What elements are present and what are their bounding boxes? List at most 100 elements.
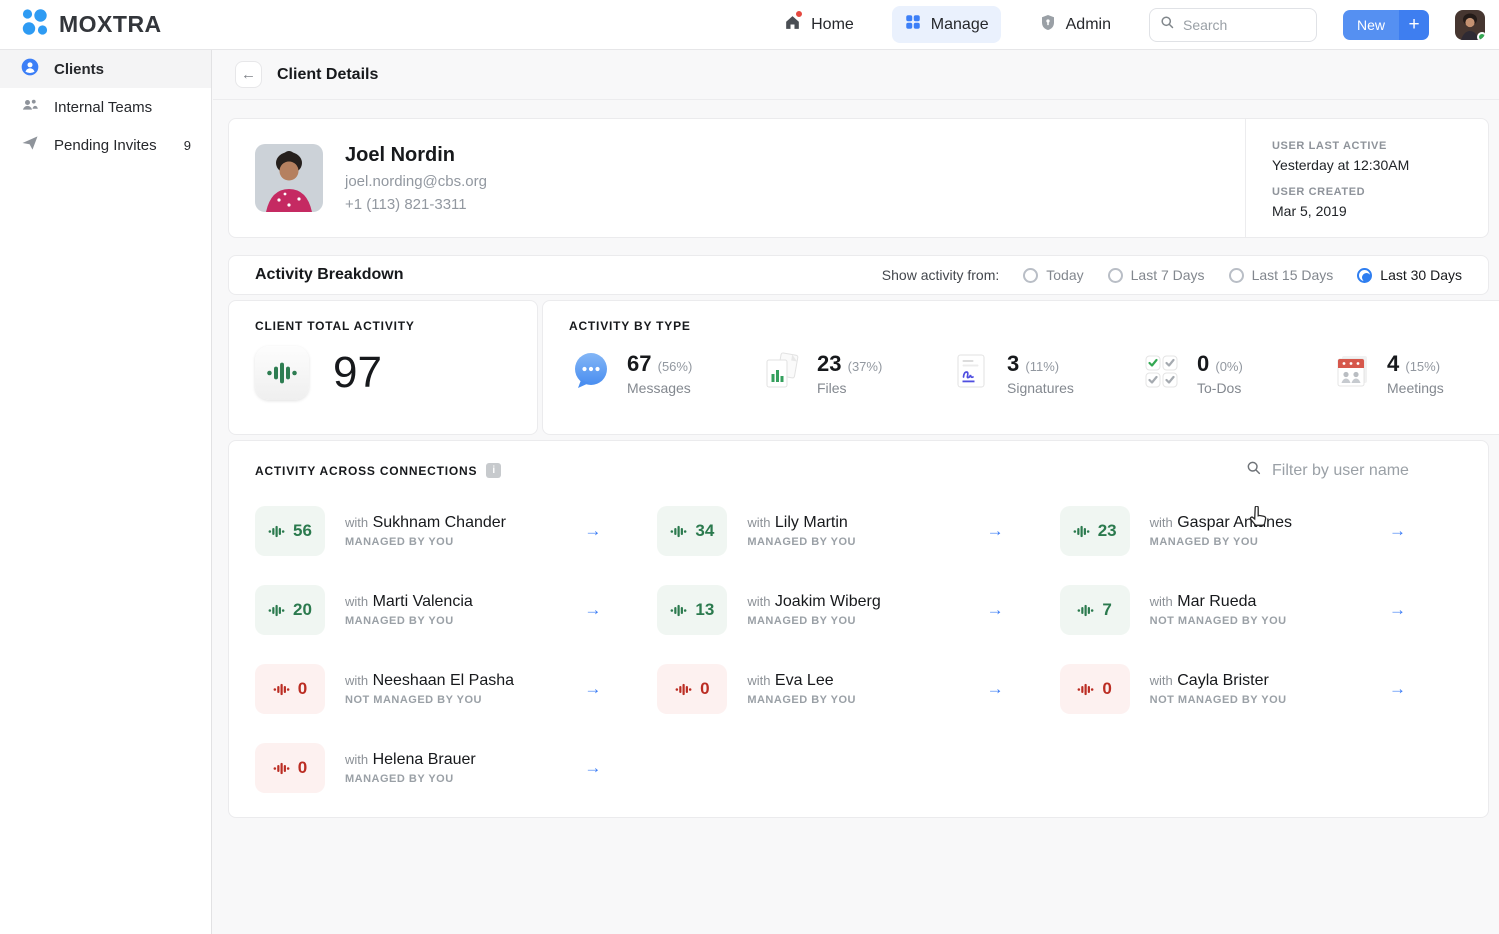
managed-label: MANAGED BY YOU [747,615,880,627]
radio-icon [1229,268,1244,283]
connections-grid: 56 with Sukhnam Chander MANAGED BY YOU → [255,506,1462,793]
back-button[interactable]: ← [235,61,262,88]
last-active-value: Yesterday at 12:30AM [1272,157,1488,173]
moxtra-logo[interactable]: MOXTRA [0,7,162,42]
top-navigation: Home Manage [771,6,1499,44]
with-label: with [747,515,770,530]
managed-label: MANAGED BY YOU [1150,536,1292,548]
activity-range-radio[interactable]: Today [1023,267,1083,283]
page-header: ← Client Details [213,50,1499,100]
activity-waveform-icon [273,681,290,698]
managed-label: MANAGED BY YOU [345,615,473,627]
open-connection-arrow[interactable]: → [584,758,601,778]
grid-icon [904,13,922,36]
managed-label: MANAGED BY YOU [747,536,856,548]
type-item-signatures: 3 (11%) Signatures [949,349,1139,398]
managed-label: NOT MANAGED BY YOU [1150,615,1287,627]
search-input[interactable] [1183,17,1293,33]
new-button[interactable]: New + [1343,10,1429,40]
client-person-icon [20,57,40,81]
connection-item[interactable]: 23 with Gaspar Antunes MANAGED BY YOU → [1060,506,1462,556]
connection-activity-badge: 0 [255,664,325,714]
connection-item[interactable]: 0 with Neeshaan El Pasha NOT MANAGED BY … [255,664,657,714]
connection-count: 34 [695,521,714,541]
open-connection-arrow[interactable]: → [1389,679,1406,699]
sidebar: Clients Internal Teams Pending Invites 9 [0,50,212,934]
activity-range-radio[interactable]: Last 15 Days [1229,267,1334,283]
with-label: with [747,594,770,609]
sidebar-item-clients[interactable]: Clients [0,50,211,88]
user-avatar[interactable] [1455,10,1485,40]
client-meta: USER LAST ACTIVE Yesterday at 12:30AM US… [1245,119,1488,237]
managed-label: MANAGED BY YOU [345,536,506,548]
connection-name[interactable]: Eva Lee [775,672,834,689]
connection-activity-badge: 13 [657,585,727,635]
radio-label: Today [1046,267,1083,283]
activity-waveform-icon [1077,602,1094,619]
connection-item[interactable]: 56 with Sukhnam Chander MANAGED BY YOU → [255,506,657,556]
activity-range-radio[interactable]: Last 7 Days [1108,267,1205,283]
connection-name[interactable]: Joakim Wiberg [775,593,881,610]
activity-breakdown-title: Activity Breakdown [255,266,403,284]
sidebar-item-internal-teams[interactable]: Internal Teams [0,88,211,126]
connection-item[interactable]: 7 with Mar Rueda NOT MANAGED BY YOU → [1060,585,1462,635]
moxtra-logo-icon [20,7,50,42]
activity-waveform-icon [1077,681,1094,698]
connection-activity-badge: 23 [1060,506,1130,556]
connection-activity-badge: 34 [657,506,727,556]
connection-name[interactable]: Gaspar Antunes [1177,514,1292,531]
with-label: with [1150,594,1173,609]
connection-item[interactable]: 34 with Lily Martin MANAGED BY YOU → [657,506,1059,556]
connections-filter[interactable] [1246,460,1462,481]
connection-name[interactable]: Lily Martin [775,514,848,531]
connection-name[interactable]: Helena Brauer [373,751,476,768]
open-connection-arrow[interactable]: → [987,521,1004,541]
messages-label: Messages [627,380,692,396]
open-connection-arrow[interactable]: → [584,521,601,541]
content: Joel Nordin joel.nording@cbs.org +1 (113… [213,100,1499,818]
open-connection-arrow[interactable]: → [584,679,601,699]
new-plus-icon[interactable]: + [1399,10,1429,40]
nav-manage[interactable]: Manage [892,6,1001,43]
open-connection-arrow[interactable]: → [1389,600,1406,620]
activity-waveform-icon [273,760,290,777]
connection-activity-badge: 7 [1060,585,1130,635]
client-card: Joel Nordin joel.nording@cbs.org +1 (113… [228,118,1489,238]
info-icon[interactable]: i [486,463,501,478]
connection-activity-badge: 0 [255,743,325,793]
activity-waveform-icon [670,602,687,619]
connection-item[interactable]: 13 with Joakim Wiberg MANAGED BY YOU → [657,585,1059,635]
filter-by-user-input[interactable] [1272,462,1462,480]
open-connection-arrow[interactable]: → [584,600,601,620]
activity-range-radio[interactable]: Last 30 Days [1357,267,1462,283]
sidebar-item-pending-invites[interactable]: Pending Invites 9 [0,126,211,164]
connection-name[interactable]: Mar Rueda [1177,593,1256,610]
connection-name[interactable]: Neeshaan El Pasha [373,672,514,689]
last-active-label: USER LAST ACTIVE [1272,140,1488,152]
sidebar-item-internal-teams-label: Internal Teams [54,99,152,116]
connection-item[interactable]: 0 with Helena Brauer MANAGED BY YOU → [255,743,657,793]
connection-name[interactable]: Cayla Brister [1177,672,1269,689]
connection-name[interactable]: Sukhnam Chander [373,514,506,531]
nav-admin[interactable]: Admin [1027,6,1123,44]
created-label: USER CREATED [1272,186,1488,198]
signatures-label: Signatures [1007,380,1074,396]
connection-activity-badge: 0 [1060,664,1130,714]
open-connection-arrow[interactable]: → [1389,521,1406,541]
meetings-label: Meetings [1387,380,1444,396]
connection-name[interactable]: Marti Valencia [373,593,473,610]
open-connection-arrow[interactable]: → [987,600,1004,620]
nav-home[interactable]: Home [771,6,866,44]
new-button-label[interactable]: New [1343,10,1399,40]
with-label: with [1150,515,1173,530]
connection-item[interactable]: 0 with Cayla Brister NOT MANAGED BY YOU … [1060,664,1462,714]
connection-item[interactable]: 0 with Eva Lee MANAGED BY YOU → [657,664,1059,714]
filter-search-icon [1246,460,1262,481]
with-label: with [747,673,770,688]
managed-label: NOT MANAGED BY YOU [345,694,514,706]
main-area: ← Client Details [213,50,1499,934]
open-connection-arrow[interactable]: → [987,679,1004,699]
global-search[interactable] [1149,8,1317,42]
connection-item[interactable]: 20 with Marti Valencia MANAGED BY YOU → [255,585,657,635]
files-label: Files [817,380,882,396]
